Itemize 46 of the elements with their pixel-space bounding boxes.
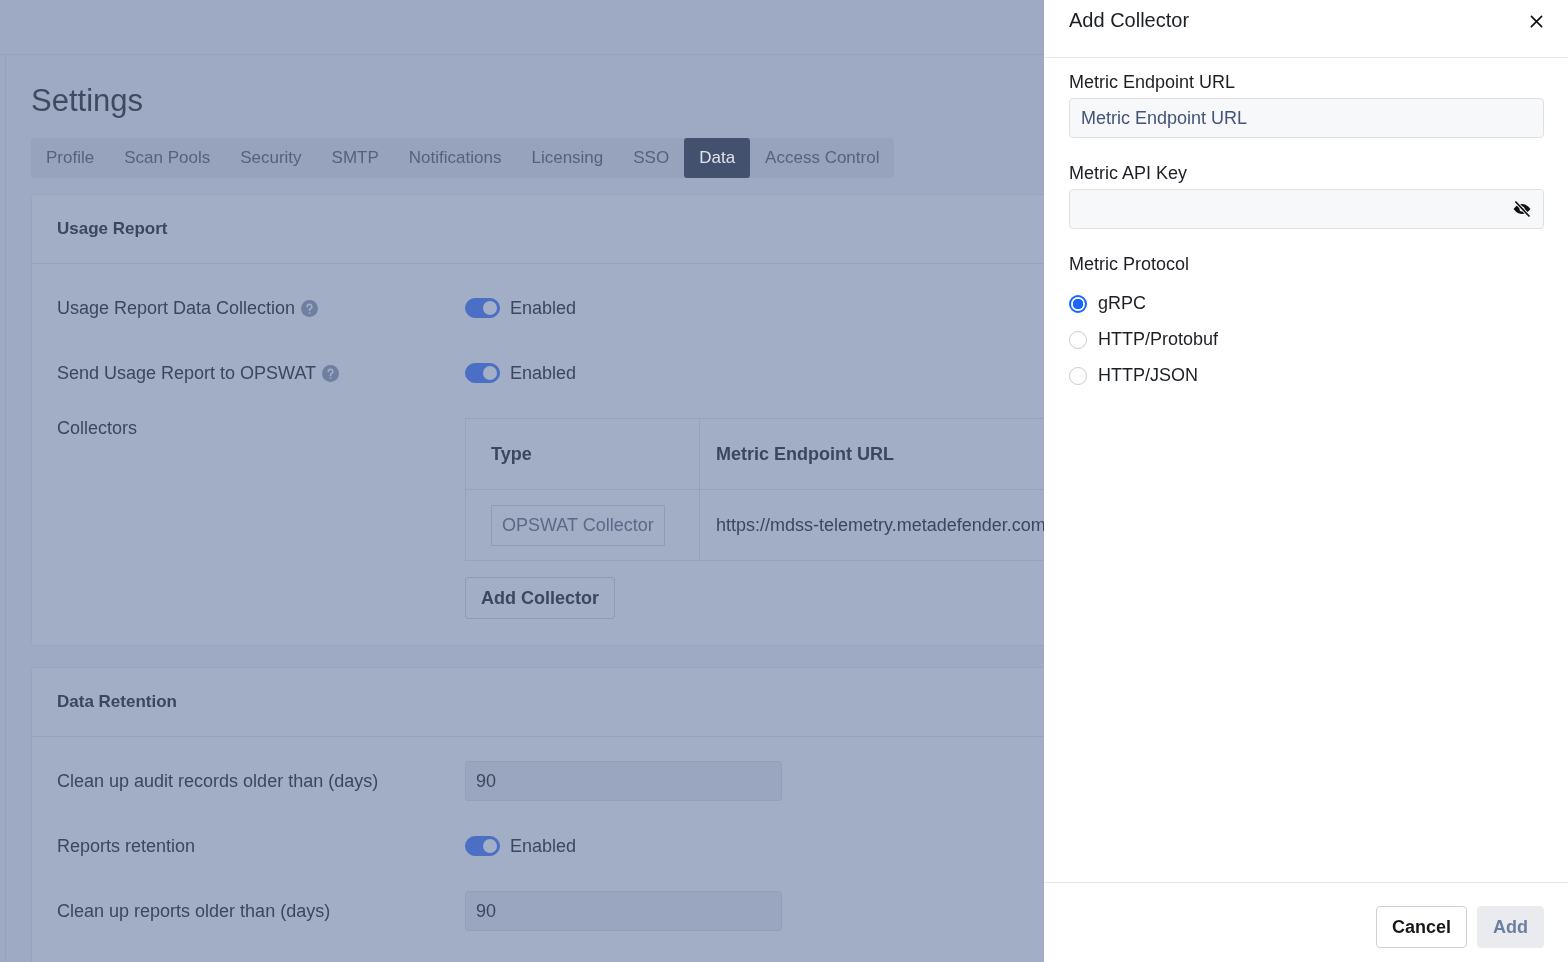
field-label: Metric API Key: [1069, 163, 1188, 184]
collector-type-tag: OPSWAT Collector: [491, 504, 665, 546]
toggle-switch[interactable]: [465, 298, 500, 318]
page-title: Settings: [31, 82, 144, 120]
tab[interactable]: Security: [225, 138, 317, 178]
tab[interactable]: SMTP: [316, 138, 394, 178]
column-header: Metric Endpoint URL: [715, 442, 894, 466]
tab[interactable]: SSO: [618, 138, 685, 178]
help-icon[interactable]: [322, 364, 340, 382]
api-key-field[interactable]: [1069, 189, 1544, 229]
radio-button[interactable]: [1069, 294, 1087, 313]
endpoint-url-field[interactable]: Metric Endpoint URL: [1069, 98, 1544, 138]
setting-label: Reports retention: [57, 835, 196, 857]
tab[interactable]: Scan Pools: [109, 138, 226, 178]
card-title: Data Retention: [57, 692, 177, 712]
card-title: Usage Report: [57, 219, 168, 239]
toggle-label: Enabled: [510, 297, 577, 319]
toggle-label: Enabled: [510, 362, 577, 384]
drawer-title: Add Collector: [1069, 9, 1190, 32]
cancel-button[interactable]: Cancel: [1375, 906, 1467, 948]
tab[interactable]: Profile: [31, 138, 110, 178]
close-icon[interactable]: [1530, 15, 1543, 28]
tab[interactable]: Access Control: [750, 138, 895, 178]
help-icon[interactable]: [301, 299, 319, 317]
tab[interactable]: Licensing: [516, 138, 619, 178]
setting-label: Send Usage Report to OPSWAT: [57, 362, 317, 384]
setting-label: Usage Report Data Collection: [57, 297, 296, 319]
radio-label: HTTP/Protobuf: [1098, 329, 1219, 350]
tab[interactable]: Notifications: [393, 138, 517, 178]
field-label: Metric Protocol: [1069, 254, 1190, 275]
eye-slash-icon[interactable]: [1512, 199, 1532, 219]
toggle-label: Enabled: [510, 835, 577, 857]
toggle-switch[interactable]: [465, 836, 500, 856]
column-header: Type: [466, 419, 700, 489]
add-collector-button[interactable]: Add Collector: [465, 577, 615, 619]
setting-label: Clean up audit records older than (days): [57, 770, 379, 792]
setting-label: Clean up reports older than (days): [57, 900, 331, 922]
number-field[interactable]: 90: [465, 891, 782, 931]
radio-label: HTTP/JSON: [1098, 365, 1198, 386]
number-field[interactable]: 90: [465, 761, 782, 801]
field-label: Metric Endpoint URL: [1069, 72, 1236, 93]
setting-label: Collectors: [57, 418, 138, 439]
table-cell-text: https://mdss-telemetry.metadefender.com: [715, 513, 1044, 537]
toggle-switch[interactable]: [465, 363, 500, 383]
tab[interactable]: Data: [684, 138, 751, 178]
radio-label: gRPC: [1098, 293, 1146, 314]
